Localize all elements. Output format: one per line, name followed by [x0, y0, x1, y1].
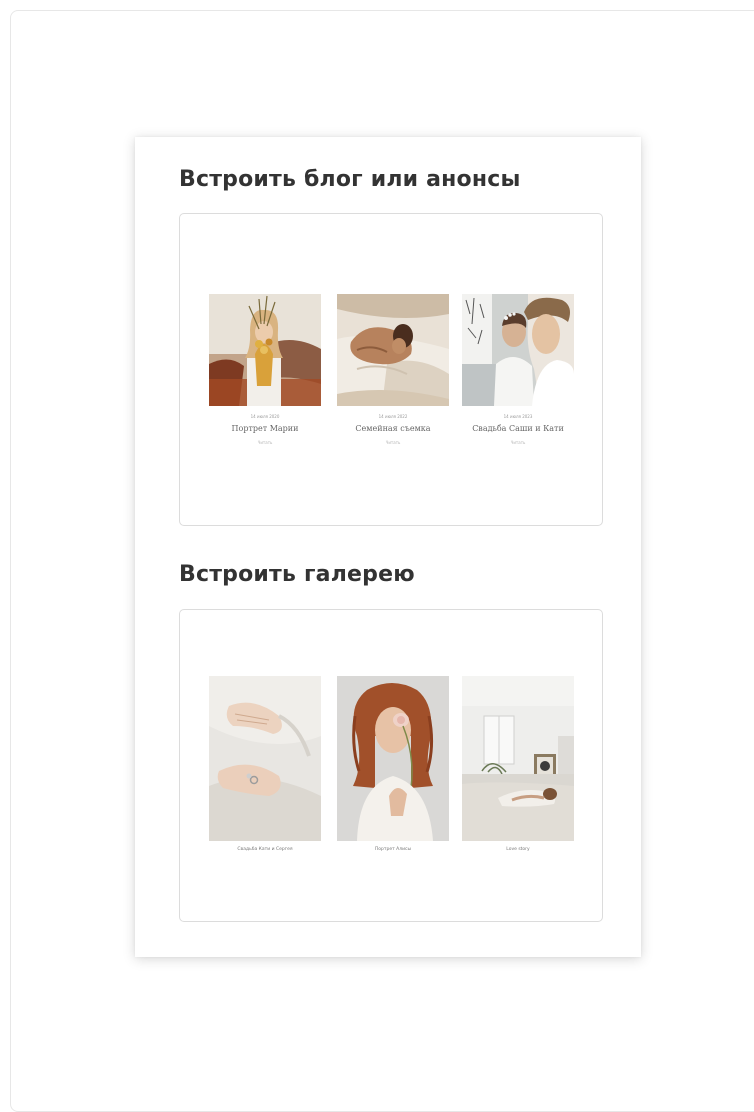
gallery-item-thumb-3[interactable]	[462, 676, 574, 841]
gallery-item-thumb-1[interactable]	[209, 676, 321, 841]
gallery-item-caption: Портрет Алисы	[374, 847, 412, 852]
blog-post-thumb-2[interactable]	[337, 294, 449, 406]
blog-post-read-more[interactable]: Читать	[328, 440, 458, 445]
gallery-item-caption: Love story	[506, 847, 530, 852]
gallery-section-title: Встроить галерею	[179, 562, 415, 587]
blog-post-thumb-3[interactable]	[462, 294, 574, 406]
blog-post-thumb-1[interactable]	[209, 294, 321, 406]
embed-preview-card: Встроить блог или анонсы 14 июля 2020 По…	[135, 137, 641, 957]
blog-post-read-more[interactable]: Читать	[200, 440, 330, 445]
blog-post-date: 14 июля 2022	[378, 414, 408, 419]
blog-post-read-more[interactable]: Читать	[453, 440, 583, 445]
blog-post-title[interactable]: Семейная съемка	[328, 424, 458, 433]
blog-post-title[interactable]: Портрет Марии	[200, 424, 330, 433]
blog-embed-preview[interactable]: 14 июля 2020 Портрет Марии Читать 14 июл…	[179, 213, 603, 526]
gallery-item-caption: Свадьба Кати и Сергея	[237, 847, 293, 852]
gallery-embed-preview[interactable]: Свадьба Кати и Сергея Портрет Алисы Love…	[179, 609, 603, 922]
blog-post-title[interactable]: Свадьба Саши и Кати	[453, 424, 583, 433]
blog-post-date: 14 июля 2020	[250, 414, 280, 419]
gallery-item-thumb-2[interactable]	[337, 676, 449, 841]
blog-section-title: Встроить блог или анонсы	[179, 167, 521, 192]
blog-post-date: 14 июля 2023	[503, 414, 533, 419]
